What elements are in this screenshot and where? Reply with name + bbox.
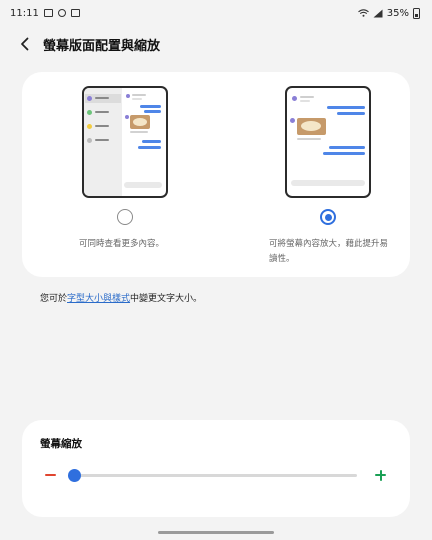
status-right: 35% — [357, 7, 420, 19]
font-size-style-link[interactable]: 字型大小與樣式 — [67, 294, 130, 304]
layout-option-more-content[interactable]: 可同時查看更多內容。 — [22, 72, 216, 277]
font-note-prefix: 您可於 — [40, 294, 68, 304]
status-left: 11:11 — [10, 8, 80, 19]
back-button[interactable] — [10, 29, 40, 59]
zoom-out-button[interactable] — [42, 465, 62, 485]
layout-options-card: 可同時查看更多內容。 可將螢幕內容放大，藉此提升易讀性。 — [22, 72, 410, 277]
zoom-slider[interactable] — [67, 469, 357, 482]
battery-text: 35% — [386, 7, 409, 19]
page-title: 螢幕版面配置與縮放 — [43, 38, 161, 54]
screen-zoom-card: 螢幕縮放 — [22, 420, 410, 517]
radio-zoom-in[interactable] — [320, 209, 336, 225]
status-bar: 11:11 35% — [0, 0, 432, 26]
phone-preview-zoom-in — [285, 86, 371, 198]
zoom-slider-thumb[interactable] — [67, 469, 81, 482]
settings-icon — [57, 9, 66, 17]
zoom-in-button[interactable] — [371, 465, 391, 485]
screen-zoom-title: 螢幕縮放 — [40, 438, 82, 450]
option-description: 可將螢幕內容放大，藉此提升易讀性。 — [269, 239, 389, 264]
home-indicator — [158, 531, 274, 534]
chevron-left-icon — [21, 37, 29, 51]
font-note-suffix: 中變更文字大小。 — [130, 294, 203, 304]
app-bar: 螢幕版面配置與縮放 — [0, 28, 432, 60]
wifi-icon — [357, 9, 369, 17]
font-size-note: 您可於字型大小與樣式中變更文字大小。 — [40, 291, 202, 304]
gallery-icon — [43, 9, 53, 17]
option-description: 可同時查看更多內容。 — [79, 239, 165, 249]
radio-more-content[interactable] — [117, 209, 133, 225]
battery-icon — [413, 7, 420, 19]
photo-icon — [70, 9, 80, 17]
layout-option-zoom-in[interactable]: 可將螢幕內容放大，藉此提升易讀性。 — [216, 72, 410, 277]
status-time: 11:11 — [10, 7, 39, 19]
signal-icon — [373, 9, 383, 17]
phone-preview-more-content — [82, 86, 168, 198]
